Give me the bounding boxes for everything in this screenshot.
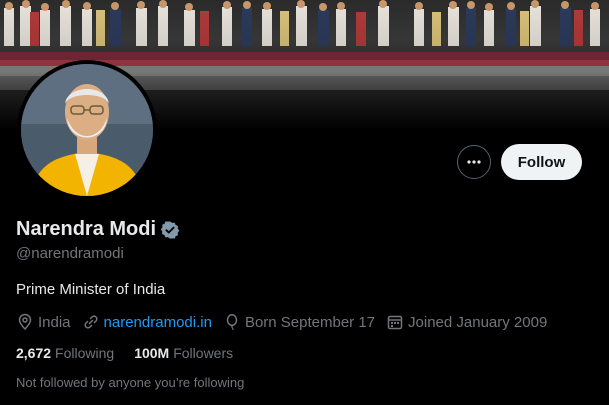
birthday-text: Born September 17 xyxy=(244,313,376,331)
display-name: Narendra Modi xyxy=(16,218,157,240)
profile-bio: Prime Minister of India xyxy=(16,281,166,298)
followers-count: 100M xyxy=(134,345,170,361)
profile-name-row: Narendra Modi xyxy=(16,218,180,241)
avatar[interactable] xyxy=(21,64,153,196)
balloon-icon xyxy=(226,313,238,331)
following-label: Following xyxy=(55,345,115,361)
follow-counts: 2,672 Following 100M Followers xyxy=(16,345,253,361)
verified-badge-icon[interactable] xyxy=(160,220,180,240)
location-pin-icon xyxy=(18,313,32,331)
more-horizontal-icon xyxy=(467,160,481,164)
location-item: India xyxy=(16,313,71,331)
website-item[interactable]: narendramodi.in xyxy=(82,313,212,331)
followers-link[interactable]: 100M Followers xyxy=(134,345,233,361)
followers-label: Followers xyxy=(173,345,234,361)
following-count: 2,672 xyxy=(16,345,52,361)
followed-by-note: Not followed by anyone you’re following xyxy=(16,375,245,390)
location-text: India xyxy=(38,313,71,331)
website-link[interactable]: narendramodi.in xyxy=(104,314,212,331)
profile-handle: @narendramodi xyxy=(16,245,124,262)
follow-button[interactable]: Follow xyxy=(501,144,582,180)
birthday-item: Born September 17 xyxy=(223,313,375,331)
joined-item: Joined January 2009 xyxy=(386,313,547,331)
calendar-icon xyxy=(387,315,403,330)
profile-meta: India narendramodi.in Born September 17 … xyxy=(16,313,558,331)
avatar-image xyxy=(21,64,153,196)
link-icon xyxy=(83,315,98,329)
following-link[interactable]: 2,672 Following xyxy=(16,345,114,361)
joined-text: Joined January 2009 xyxy=(408,313,548,331)
more-options-button[interactable] xyxy=(457,145,491,179)
